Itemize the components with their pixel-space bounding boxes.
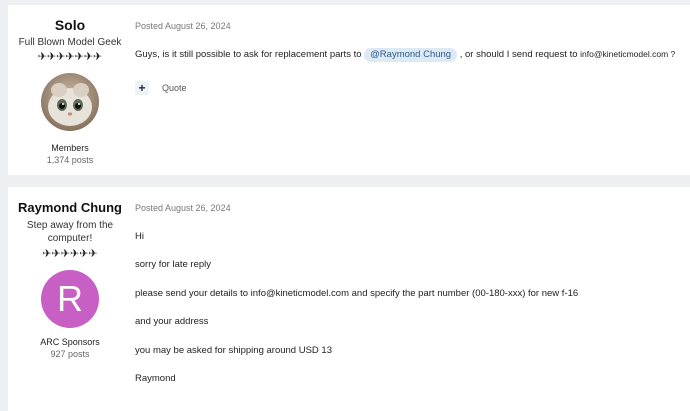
cat-avatar-icon[interactable] bbox=[41, 73, 99, 131]
author-username[interactable]: Solo bbox=[8, 17, 132, 33]
author-panel: Raymond Chung Step away from the compute… bbox=[8, 187, 132, 359]
author-group: ARC Sponsors bbox=[40, 337, 100, 347]
author-panel: Solo Full Blown Model Geek ✈✈✈✈✈✈✈ Membe… bbox=[8, 5, 132, 165]
post-actions: + Quote bbox=[135, 81, 680, 95]
paragraph: you may be asked for shipping around USD… bbox=[135, 345, 332, 356]
author-title: Full Blown Model Geek bbox=[18, 37, 122, 48]
author-post-count: 927 posts bbox=[50, 349, 90, 359]
post-date[interactable]: Posted August 26, 2024 bbox=[135, 203, 680, 213]
author-group: Members bbox=[51, 143, 89, 153]
paragraph: and your address bbox=[135, 316, 209, 327]
multiquote-plus-icon[interactable]: + bbox=[135, 81, 149, 95]
paragraph: please send your details to info@kinetic… bbox=[135, 288, 579, 299]
rank-pips-icon: ✈✈✈✈✈✈✈ bbox=[37, 51, 103, 63]
author-username[interactable]: Raymond Chung bbox=[8, 200, 132, 215]
email-text: info@kineticmodel.com ? bbox=[580, 49, 676, 59]
paragraph: Raymond bbox=[135, 373, 176, 384]
rank-pips-icon: ✈✈✈✈✈✈ bbox=[42, 248, 98, 260]
letter-avatar[interactable]: R bbox=[41, 270, 99, 328]
content-text: Guys, is it still possible to ask for re… bbox=[135, 49, 362, 60]
content-text: , or should I send request to bbox=[459, 49, 578, 60]
author-post-count: 1,374 posts bbox=[46, 155, 94, 165]
paragraph: Hi bbox=[135, 231, 144, 242]
post-raymond: Raymond Chung Step away from the compute… bbox=[8, 187, 690, 411]
post-body: Posted August 26, 2024 Hi sorry for late… bbox=[135, 187, 680, 411]
author-title: Step away from the computer! bbox=[26, 220, 114, 244]
quote-button[interactable]: Quote bbox=[162, 83, 187, 93]
post-date[interactable]: Posted August 26, 2024 bbox=[135, 21, 680, 31]
post-content: Guys, is it still possible to ask for re… bbox=[135, 48, 680, 62]
post-solo: Solo Full Blown Model Geek ✈✈✈✈✈✈✈ Membe… bbox=[8, 5, 690, 175]
mention-link[interactable]: @Raymond Chung bbox=[364, 48, 458, 62]
paragraph: sorry for late reply bbox=[135, 259, 212, 270]
post-body: Posted August 26, 2024 Guys, is it still… bbox=[135, 5, 680, 95]
